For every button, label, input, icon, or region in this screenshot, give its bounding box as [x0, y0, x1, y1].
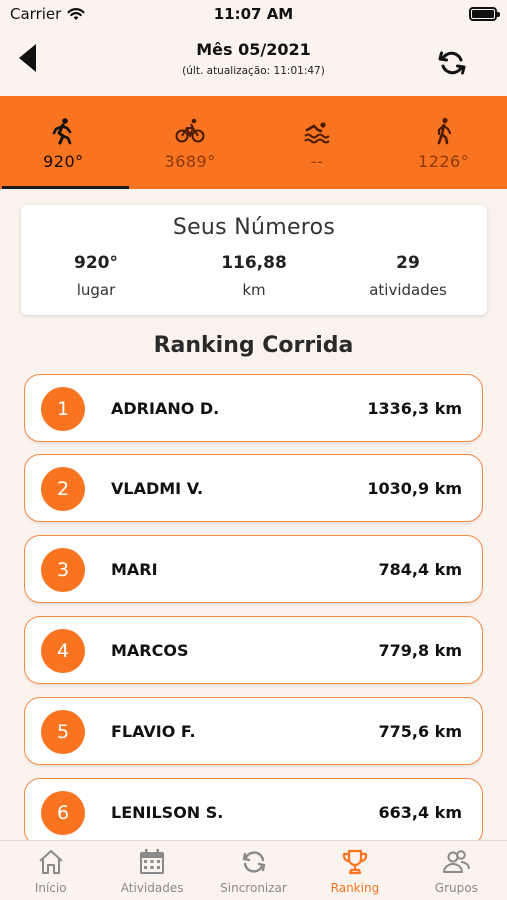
ranking-row[interactable]: 4 MARCOS 779,8 km	[24, 616, 483, 684]
nav-activities-label: Atividades	[120, 881, 184, 895]
rank-position-badge: 4	[41, 629, 85, 673]
nav-sync[interactable]: Sincronizar	[203, 841, 304, 900]
header: Mês 05/2021 (últ. atualização: 11:01:47)	[0, 28, 507, 96]
stat-distance-value: 116,88	[221, 253, 287, 273]
wifi-icon	[67, 8, 85, 20]
status-left: Carrier	[10, 5, 85, 23]
stat-distance-label: km	[242, 281, 266, 299]
page-title: Mês 05/2021	[196, 40, 311, 59]
trophy-icon	[342, 849, 368, 875]
stat-position: 920° lugar	[21, 253, 171, 299]
stat-position-label: lugar	[76, 281, 116, 299]
tab-swimming[interactable]: --	[254, 96, 381, 189]
athlete-name: MARCOS	[111, 641, 189, 660]
walking-icon	[437, 117, 451, 145]
group-icon	[443, 850, 471, 873]
nav-home[interactable]: Início	[0, 841, 101, 900]
stat-activities-label: atividades	[369, 281, 447, 299]
refresh-icon	[438, 51, 466, 75]
ranking-row[interactable]: 1 ADRIANO D. 1336,3 km	[24, 374, 483, 442]
athlete-name: LENILSON S.	[111, 803, 224, 822]
athlete-name: FLAVIO F.	[111, 722, 196, 741]
nav-ranking-label: Ranking	[330, 881, 380, 895]
calendar-icon	[140, 849, 165, 874]
refresh-button[interactable]	[435, 46, 469, 80]
athlete-distance: 779,8 km	[378, 641, 463, 660]
nav-sync-label: Sincronizar	[220, 881, 287, 895]
walking-rank: 1226°	[418, 152, 470, 171]
your-numbers-card: Seus Números 920° lugar 116,88 km 29 ati…	[21, 205, 487, 315]
running-icon	[53, 118, 72, 145]
rank-position-badge: 1	[41, 387, 85, 431]
nav-home-label: Início	[34, 881, 67, 895]
home-icon	[39, 850, 63, 874]
athlete-distance: 1336,3 km	[367, 399, 462, 418]
rank-position-badge: 5	[41, 710, 85, 754]
sport-tabs: 920° 3689° -- 1226°	[0, 96, 507, 189]
nav-ranking[interactable]: Ranking	[304, 841, 405, 900]
tab-walking[interactable]: 1226°	[380, 96, 507, 189]
athlete-distance: 784,4 km	[378, 560, 463, 579]
swimming-rank: --	[310, 152, 324, 171]
running-rank: 920°	[43, 152, 84, 171]
swimming-icon	[304, 122, 330, 144]
your-numbers-title: Seus Números	[172, 215, 336, 240]
sync-icon	[242, 851, 265, 873]
status-bar: Carrier 11:07 AM	[0, 0, 507, 28]
athlete-name: VLADMI V.	[111, 479, 204, 498]
athlete-distance: 1030,9 km	[367, 479, 462, 498]
last-update-label: (últ. atualização: 11:01:47)	[182, 65, 325, 77]
athlete-distance: 775,6 km	[378, 722, 463, 741]
stat-distance: 116,88 km	[179, 253, 329, 299]
nav-activities[interactable]: Atividades	[101, 841, 202, 900]
athlete-distance: 663,4 km	[378, 803, 463, 822]
rank-position-badge: 3	[41, 548, 85, 592]
ranking-row[interactable]: 5 FLAVIO F. 775,6 km	[24, 697, 483, 765]
stat-activities-value: 29	[396, 253, 420, 273]
nav-groups-label: Grupos	[434, 881, 478, 895]
cycling-rank: 3689°	[164, 152, 216, 171]
ranking-title: Ranking Corrida	[153, 333, 354, 358]
nav-groups[interactable]: Grupos	[406, 841, 507, 900]
rank-position-badge: 2	[41, 467, 85, 511]
ranking-list[interactable]: 1 ADRIANO D. 1336,3 km 2 VLADMI V. 1030,…	[24, 374, 483, 840]
tab-running[interactable]: 920°	[0, 96, 129, 189]
rank-position-badge: 6	[41, 791, 85, 835]
cycling-icon	[175, 118, 205, 143]
bottom-nav: Início Atividades Sincronizar Ranking Gr…	[0, 840, 507, 900]
carrier-label: Carrier	[10, 5, 62, 23]
stat-activities: 29 atividades	[333, 253, 483, 299]
athlete-name: ADRIANO D.	[111, 399, 220, 418]
stat-position-value: 920°	[74, 253, 118, 273]
ranking-row[interactable]: 3 MARI 784,4 km	[24, 535, 483, 603]
ranking-row[interactable]: 2 VLADMI V. 1030,9 km	[24, 454, 483, 522]
ranking-row[interactable]: 6 LENILSON S. 663,4 km	[24, 778, 483, 840]
battery-icon	[469, 7, 500, 21]
tab-cycling[interactable]: 3689°	[127, 96, 254, 189]
athlete-name: MARI	[111, 560, 158, 579]
